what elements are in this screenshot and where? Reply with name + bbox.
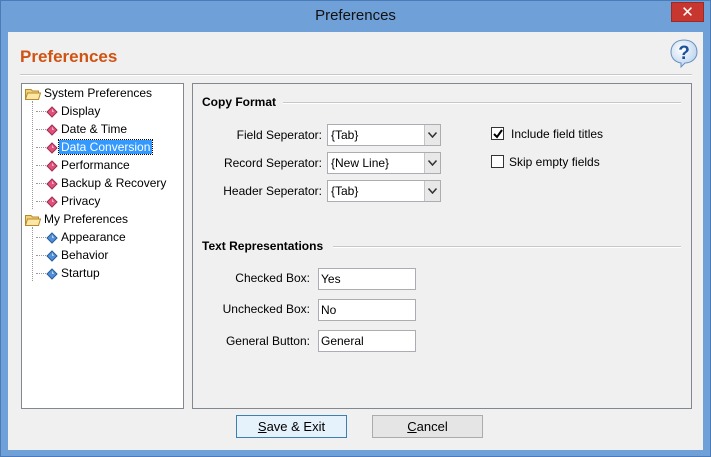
- svg-text:?: ?: [678, 43, 690, 64]
- checked-box-input[interactable]: Yes: [318, 268, 416, 290]
- field-separator-value: {Tab}: [331, 128, 359, 142]
- tree-item-label: Appearance: [61, 230, 126, 244]
- dialog-client-area: Preferences ? System Preferences Display…: [8, 32, 703, 450]
- pink-gem-icon: [46, 178, 58, 190]
- folder-open-icon: [25, 215, 41, 226]
- cancel-label: ancel: [416, 419, 448, 434]
- tree-item-label: Data Conversion: [57, 139, 154, 155]
- tree-item-privacy[interactable]: Privacy: [36, 193, 102, 210]
- section-divider: [283, 102, 681, 104]
- tree-item-date-time[interactable]: Date & Time: [36, 121, 129, 138]
- tree-group-label: System Preferences: [44, 86, 153, 100]
- include-field-titles-label[interactable]: Include field titles: [511, 127, 603, 141]
- unchecked-box-input[interactable]: No: [318, 299, 416, 321]
- chevron-down-icon[interactable]: [424, 181, 440, 201]
- preferences-tree[interactable]: System Preferences Display Date & Time D…: [21, 83, 184, 409]
- window-title: Preferences: [315, 7, 396, 24]
- include-field-titles-checkbox[interactable]: [491, 127, 504, 140]
- unchecked-box-label: Unchecked Box:: [222, 302, 310, 316]
- tree-item-behavior[interactable]: Behavior: [36, 247, 110, 264]
- general-button-label: General Button:: [225, 334, 310, 348]
- page-title: Preferences: [20, 47, 118, 66]
- tree-item-label: Backup & Recovery: [61, 176, 167, 190]
- blue-gem-icon: [46, 268, 58, 280]
- header-separator-value: {Tab}: [331, 184, 359, 198]
- header-separator: [20, 74, 692, 76]
- field-separator-select[interactable]: {Tab}: [327, 124, 441, 146]
- general-button-input[interactable]: General: [318, 330, 416, 352]
- tree-item-label: Behavior: [61, 248, 109, 262]
- chevron-down-icon[interactable]: [424, 125, 440, 145]
- header-separator-select[interactable]: {Tab}: [327, 180, 441, 202]
- pink-gem-icon: [46, 142, 58, 154]
- tree-item-label: Date & Time: [61, 122, 128, 136]
- tree-item-data-conversion[interactable]: Data Conversion: [36, 139, 154, 156]
- record-separator-value: {New Line}: [331, 156, 390, 170]
- record-separator-label: Record Seperator:: [223, 156, 322, 170]
- preferences-window: Preferences ✕ Preferences ? System Prefe…: [0, 0, 711, 457]
- tree-item-backup-recovery[interactable]: Backup & Recovery: [36, 175, 168, 192]
- pink-gem-icon: [46, 160, 58, 172]
- tree-item-appearance[interactable]: Appearance: [36, 229, 128, 246]
- tree-group-my[interactable]: My Preferences: [22, 211, 130, 228]
- blue-gem-icon: [46, 232, 58, 244]
- copy-format-heading: Copy Format: [202, 95, 277, 109]
- folder-open-icon: [25, 89, 41, 100]
- tree-line: [32, 101, 33, 209]
- record-separator-select[interactable]: {New Line}: [327, 152, 441, 174]
- cancel-button[interactable]: Cancel: [372, 415, 483, 438]
- tree-group-system[interactable]: System Preferences: [22, 85, 154, 102]
- save-label: ave & Exit: [266, 419, 326, 434]
- tree-item-startup[interactable]: Startup: [36, 265, 102, 282]
- tree-item-label: Privacy: [61, 194, 101, 208]
- checked-box-label: Checked Box:: [235, 271, 310, 285]
- tree-item-display[interactable]: Display: [36, 103, 102, 120]
- skip-empty-fields-label[interactable]: Skip empty fields: [509, 155, 600, 169]
- tree-item-performance[interactable]: Performance: [36, 157, 132, 174]
- chevron-down-icon[interactable]: [424, 153, 440, 173]
- save-exit-button[interactable]: Save & Exit: [236, 415, 347, 438]
- save-hotkey: S: [257, 419, 267, 434]
- tree-item-label: Performance: [61, 158, 130, 172]
- tree-item-label: Startup: [61, 266, 100, 280]
- checkmark-icon: [493, 129, 503, 139]
- cancel-hotkey: C: [407, 419, 417, 434]
- settings-panel: Copy Format Field Seperator: {Tab} Recor…: [192, 83, 692, 409]
- header-separator-label: Header Seperator:: [223, 184, 322, 198]
- field-separator-label: Field Seperator:: [236, 128, 322, 142]
- tree-item-label: Display: [61, 104, 101, 118]
- close-button[interactable]: ✕: [671, 2, 704, 22]
- pink-gem-icon: [46, 196, 58, 208]
- title-bar[interactable]: Preferences ✕: [1, 1, 710, 32]
- help-question-icon[interactable]: ?: [669, 38, 699, 69]
- section-divider: [333, 246, 681, 248]
- skip-empty-fields-checkbox[interactable]: [491, 155, 504, 168]
- blue-gem-icon: [46, 250, 58, 262]
- tree-group-label: My Preferences: [44, 212, 129, 226]
- text-representations-heading: Text Representations: [202, 239, 324, 253]
- tree-line: [32, 227, 33, 281]
- pink-gem-icon: [46, 124, 58, 136]
- pink-gem-icon: [46, 106, 58, 118]
